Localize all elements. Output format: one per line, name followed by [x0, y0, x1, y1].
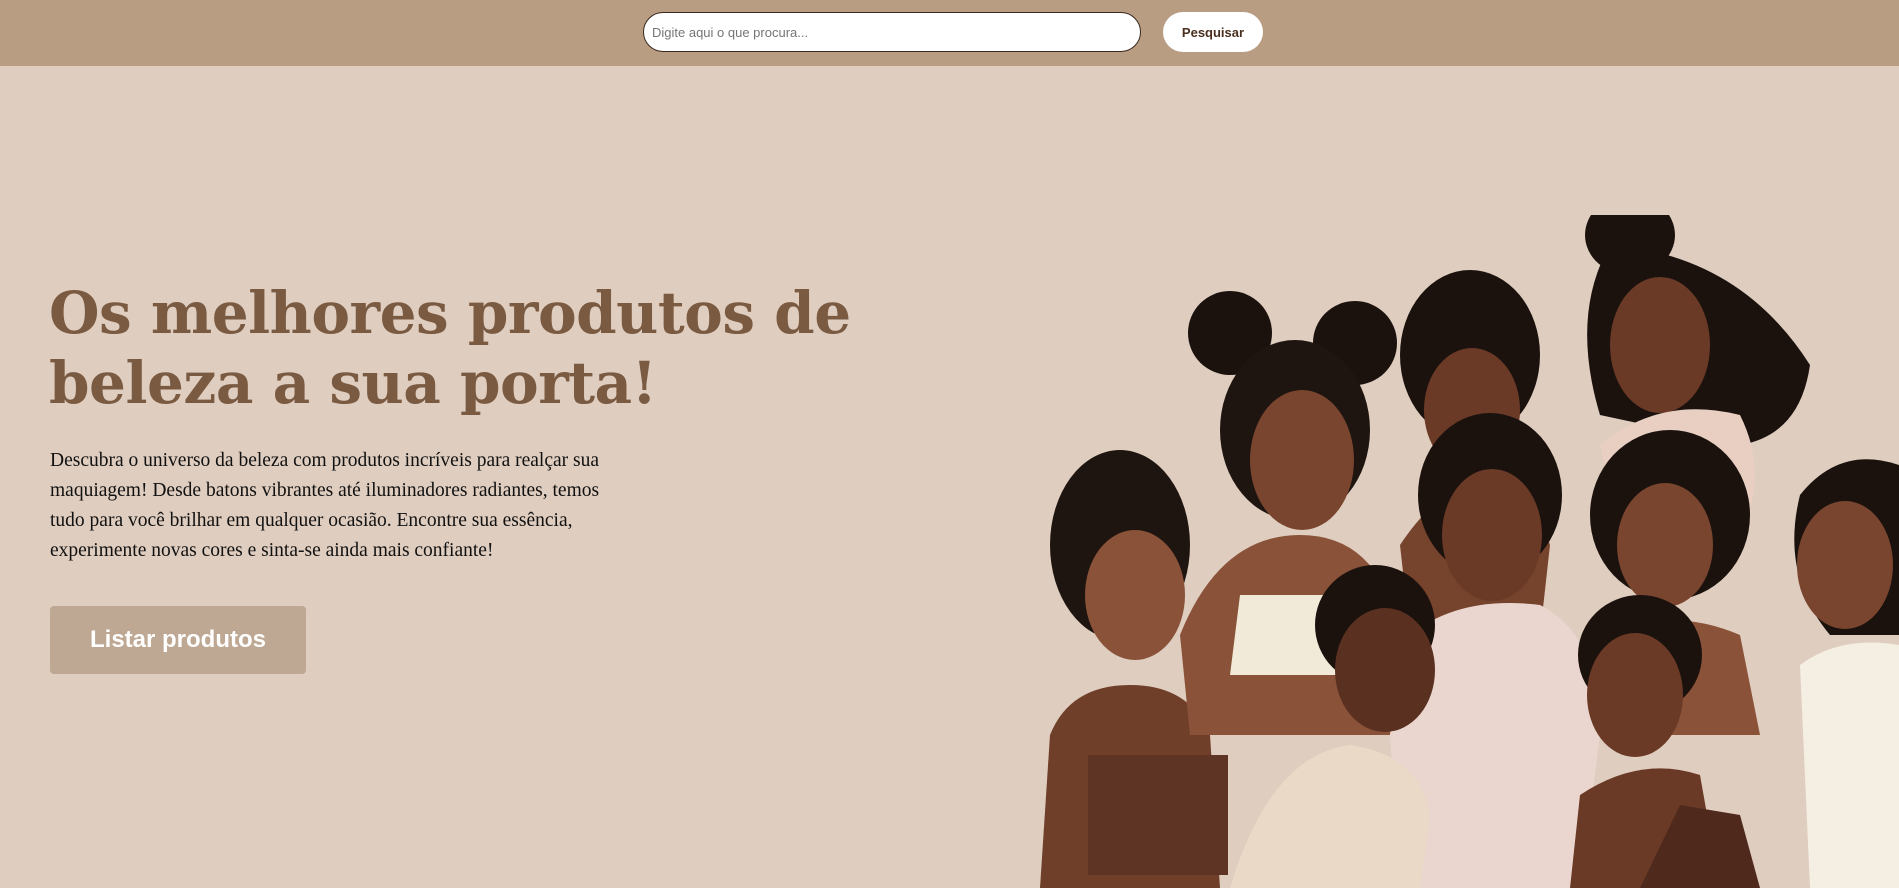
hero-description-line-4: experimente novas cores e sinta-se ainda…: [50, 540, 494, 561]
person-7: [1794, 459, 1899, 888]
hero-description-line-1: Descubra o universo da beleza com produt…: [50, 450, 600, 471]
hero-title-line-1: Os melhores produtos de: [49, 279, 851, 347]
hero-title: Os melhores produtos de beleza a sua por…: [49, 278, 909, 418]
search-button[interactable]: Pesquisar: [1163, 12, 1263, 52]
hero-description-line-3: tudo para você brilhar em qualquer ocasi…: [50, 510, 573, 531]
hero-description-line-2: maquiagem! Desde batons vibrantes até il…: [50, 480, 600, 501]
top-bar: Pesquisar: [0, 0, 1899, 66]
list-products-button[interactable]: Listar produtos: [50, 606, 306, 674]
hero-title-line-2: beleza a sua porta!: [49, 349, 657, 417]
hero-description: Descubra o universo da beleza com produt…: [50, 446, 690, 566]
hero-group-photo: [1040, 215, 1899, 888]
search-input[interactable]: [643, 12, 1141, 52]
